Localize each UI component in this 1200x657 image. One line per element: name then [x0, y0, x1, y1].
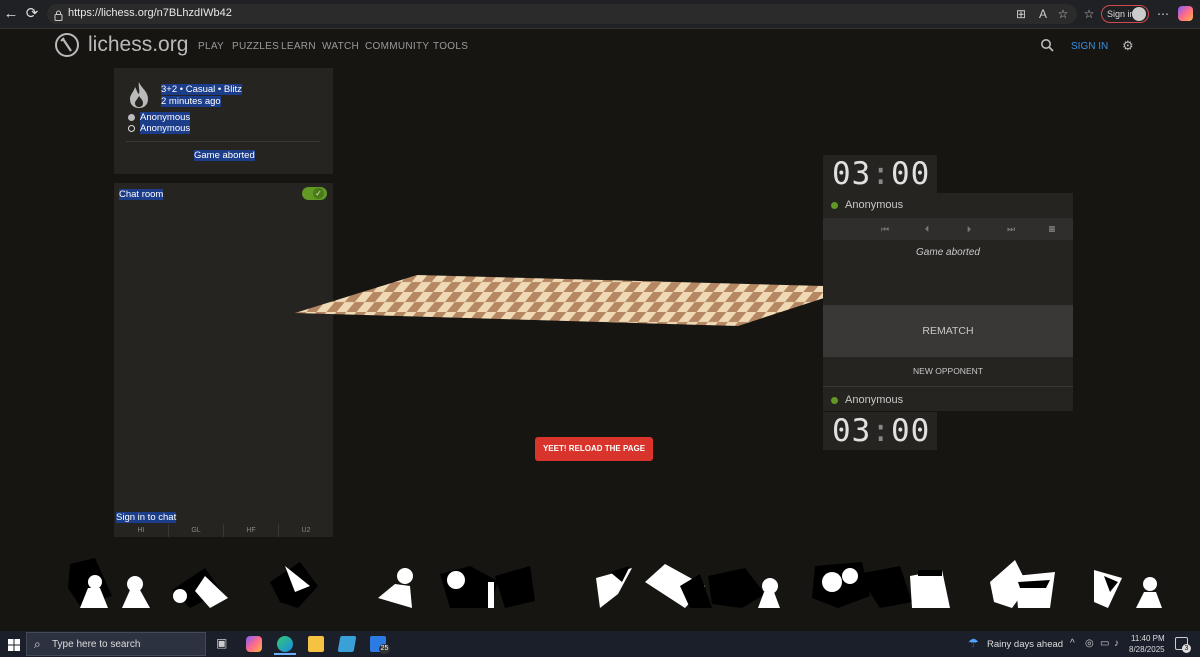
- new-opponent-button[interactable]: NEW OPPONENT: [823, 366, 1073, 376]
- notepad-icon[interactable]: [337, 636, 357, 652]
- clock-date[interactable]: 8/28/2025: [1129, 645, 1165, 654]
- url-text[interactable]: https://lichess.org/n7BLhzdIWb42: [68, 7, 232, 19]
- nav-watch[interactable]: WATCH: [322, 41, 359, 52]
- more-menu-icon[interactable]: ⋯: [1155, 6, 1171, 22]
- signin-link[interactable]: SIGN IN: [1071, 41, 1108, 52]
- nav-learn[interactable]: LEARN: [281, 41, 316, 52]
- favorites-icon[interactable]: ☆: [1081, 6, 1097, 22]
- taskbar-search-placeholder: Type here to search: [52, 639, 141, 650]
- site-logo-text[interactable]: lichess.org: [88, 33, 188, 57]
- rematch-button[interactable]: REMATCH: [823, 305, 1073, 357]
- chat-panel: [114, 183, 333, 537]
- back-arrow-icon[interactable]: ←: [2, 5, 20, 23]
- knight-icon: [270, 562, 318, 608]
- nav-play[interactable]: PLAY: [198, 41, 224, 52]
- chat-preset-hi[interactable]: HI: [114, 524, 168, 537]
- battery-icon[interactable]: ▭: [1100, 638, 1109, 649]
- search-icon: ⌕: [34, 637, 41, 651]
- copilot-icon[interactable]: [246, 636, 262, 652]
- bishop-icon: [172, 568, 228, 608]
- opponent-clock: 03:00: [823, 155, 937, 193]
- edge-browser-icon[interactable]: [277, 636, 293, 652]
- pawn-icon: [378, 568, 413, 608]
- nav-tools[interactable]: TOOLS: [433, 41, 468, 52]
- divider: [823, 386, 1073, 387]
- player2-name[interactable]: Anonymous: [140, 123, 191, 134]
- game-status-text: Game aborted: [194, 150, 255, 161]
- checkmark-icon: ✓: [313, 188, 324, 199]
- profile-signin-label: Sign in: [1107, 9, 1135, 19]
- decorative-chess-pieces: [68, 558, 1162, 608]
- windows-start-icon[interactable]: [8, 638, 20, 651]
- black-player-icon: [128, 125, 135, 132]
- clock-seconds: 00: [891, 156, 931, 192]
- king-icon: [440, 566, 535, 608]
- network-icon[interactable]: ◎: [1085, 638, 1094, 649]
- clock-separator: :: [871, 156, 891, 192]
- player1-name[interactable]: Anonymous: [140, 112, 191, 123]
- clock-seconds: 00: [891, 413, 931, 449]
- lock-icon: [54, 8, 63, 21]
- chat-preset-hf[interactable]: HF: [223, 524, 278, 537]
- nav-puzzles[interactable]: PUZZLES: [232, 41, 279, 52]
- move-controls: [823, 218, 1073, 240]
- first-move-icon[interactable]: ⏮: [878, 222, 892, 236]
- pawn-icon: [68, 558, 150, 608]
- king-icon: [812, 562, 912, 608]
- game-time-text: 2 minutes ago: [161, 96, 221, 107]
- white-player-icon: [128, 114, 135, 121]
- app-grid-icon[interactable]: ⊞: [1013, 6, 1029, 22]
- next-move-icon[interactable]: ⏵: [962, 222, 976, 236]
- lichess-logo-icon[interactable]: [54, 32, 80, 58]
- chat-preset-u2[interactable]: U2: [278, 524, 333, 537]
- active-app-indicator: [274, 653, 296, 655]
- gear-icon[interactable]: ⚙: [1122, 39, 1135, 52]
- chat-title: Chat room: [119, 189, 164, 200]
- menu-icon[interactable]: ≡: [1045, 222, 1059, 236]
- task-view-icon[interactable]: ▣: [216, 636, 232, 652]
- chat-signin-link[interactable]: Sign in to chat: [116, 512, 177, 523]
- divider: [126, 141, 320, 142]
- queen-icon: [990, 560, 1055, 608]
- weather-text[interactable]: Rainy days ahead: [987, 639, 1063, 650]
- clock-time[interactable]: 11:40 PM: [1131, 634, 1165, 643]
- clock-minutes: 03: [832, 156, 872, 192]
- volume-icon[interactable]: ♪: [1114, 638, 1119, 649]
- search-icon[interactable]: [1040, 38, 1054, 52]
- player-clock: 03:00: [823, 412, 937, 450]
- nav-community[interactable]: COMMUNITY: [365, 41, 429, 52]
- reload-page-button[interactable]: YEET! RELOAD THE PAGE: [535, 437, 653, 461]
- rook-icon: [910, 570, 950, 608]
- online-status-icon: [831, 202, 838, 209]
- file-explorer-icon[interactable]: [308, 636, 324, 652]
- favorite-star-icon[interactable]: ☆: [1055, 6, 1071, 22]
- chat-presets: HI GL HF U2: [114, 524, 333, 537]
- copilot-icon[interactable]: [1178, 6, 1193, 21]
- clock-minutes: 03: [832, 413, 872, 449]
- last-move-icon[interactable]: ⏭: [1004, 222, 1018, 236]
- read-aloud-icon[interactable]: A: [1035, 6, 1051, 22]
- chess-board[interactable]: [290, 272, 830, 330]
- flame-icon: [126, 81, 152, 109]
- chat-preset-gl[interactable]: GL: [168, 524, 223, 537]
- chevron-up-icon[interactable]: ^: [1070, 638, 1075, 649]
- clock-separator: :: [871, 413, 891, 449]
- online-status-icon: [831, 397, 838, 404]
- game-setup-text: 3+2 • Casual • Blitz: [161, 84, 242, 95]
- avatar: [1132, 7, 1146, 21]
- knight-icon: [1094, 570, 1162, 608]
- pawn-icon: [708, 568, 780, 608]
- top-player-name[interactable]: Anonymous: [845, 199, 903, 211]
- rook-icon: [645, 564, 712, 608]
- notification-badge: 3: [1182, 644, 1191, 653]
- refresh-icon[interactable]: ⟳: [23, 5, 41, 23]
- mail-badge: 25: [379, 644, 390, 654]
- rain-umbrella-icon[interactable]: ☂: [968, 636, 979, 650]
- bottom-player-name[interactable]: Anonymous: [845, 394, 903, 406]
- moves-status-text: Game aborted: [916, 247, 980, 258]
- previous-move-icon[interactable]: ⏴: [920, 222, 934, 236]
- knight-icon: [596, 566, 632, 608]
